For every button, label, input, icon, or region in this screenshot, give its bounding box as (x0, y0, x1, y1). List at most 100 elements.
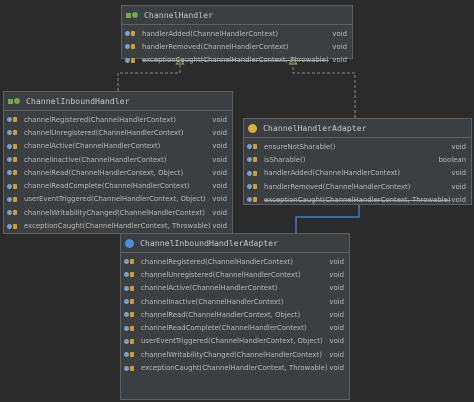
class-name: ChannelHandler (144, 10, 214, 20)
method-signature: exceptionCaught(ChannelHandlerContext, T… (141, 364, 328, 373)
class-icon (125, 238, 134, 248)
method-return-type: void (212, 195, 227, 204)
method-return-type: void (212, 182, 227, 191)
method-return-type: void (451, 182, 466, 191)
method-signature: channelWritabilityChanged(ChannelHandler… (141, 350, 322, 359)
class-title-bar: ChannelInboundHandlerAdapter (121, 234, 349, 253)
class-box-channel-inbound-handler-adapter[interactable]: ChannelInboundHandlerAdapter channelRegi… (120, 233, 350, 400)
method-signature: channelRead(ChannelHandlerContext, Objec… (141, 310, 301, 319)
method-row[interactable]: channelActive(ChannelHandlerContext) void (4, 140, 232, 153)
class-box-channel-handler[interactable]: ChannelHandler handlerAdded(ChannelHandl… (121, 5, 353, 64)
method-signature: handlerAdded(ChannelHandlerContext) (264, 169, 401, 178)
method-return-type: void (329, 297, 344, 306)
method-row[interactable]: exceptionCaught(ChannelHandlerContext, T… (4, 219, 232, 232)
method-row[interactable]: handlerRemoved(ChannelHandlerContext) voi… (122, 40, 352, 53)
method-row[interactable]: channelRead(ChannelHandlerContext, Objec… (121, 308, 349, 321)
method-return-type: void (329, 350, 344, 359)
method-row[interactable]: handlerAdded(ChannelHandlerContext) void (244, 167, 471, 180)
method-row[interactable]: userEventTriggered(ChannelHandlerContext… (121, 335, 349, 348)
method-visibility-icon (247, 197, 264, 203)
method-return-type: void (329, 364, 344, 373)
method-signature: handlerRemoved(ChannelHandlerContext) (142, 42, 289, 51)
method-row[interactable]: channelRegistered(ChannelHandlerContext)… (4, 113, 232, 126)
method-signature: channelActive(ChannelHandlerContext) (141, 284, 278, 293)
method-return-type: void (451, 142, 466, 151)
method-row[interactable]: channelWritabilityChanged(ChannelHandler… (121, 348, 349, 361)
method-row[interactable]: channelUnregistered(ChannelHandlerContex… (121, 268, 349, 281)
method-visibility-icon (124, 338, 141, 344)
method-row[interactable]: channelActive(ChannelHandlerContext) void (121, 282, 349, 295)
method-signature: channelReadComplete(ChannelHandlerContex… (24, 182, 190, 191)
method-return-type: void (329, 270, 344, 279)
method-return-type: void (212, 208, 227, 217)
method-row[interactable]: channelReadComplete(ChannelHandlerContex… (121, 321, 349, 334)
method-row[interactable]: channelReadComplete(ChannelHandlerContex… (4, 179, 232, 192)
class-name: ChannelHandlerAdapter (263, 123, 367, 133)
method-signature: userEventTriggered(ChannelHandlerContext… (141, 337, 323, 346)
method-visibility-icon (7, 183, 24, 189)
method-row[interactable]: channelInactive(ChannelHandlerContext) vo… (4, 153, 232, 166)
method-visibility-icon (7, 143, 24, 149)
interface-icon (8, 98, 20, 104)
method-visibility-icon (124, 365, 141, 371)
method-row[interactable]: channelWritabilityChanged(ChannelHandler… (4, 206, 232, 219)
method-list: channelRegistered(ChannelHandlerContext)… (121, 253, 349, 375)
method-visibility-icon (124, 352, 141, 358)
method-return-type: void (212, 128, 227, 137)
method-row[interactable]: ensureNotSharable() void (244, 140, 471, 153)
method-visibility-icon (125, 31, 142, 37)
class-title-bar: ChannelHandler (122, 6, 352, 25)
method-row[interactable]: userEventTriggered(ChannelHandlerContext… (4, 193, 232, 206)
method-row[interactable]: handlerAdded(ChannelHandlerContext) void (122, 27, 352, 40)
method-signature: isSharable() (264, 155, 306, 164)
method-list: handlerAdded(ChannelHandlerContext) void h… (122, 25, 352, 67)
method-signature: handlerAdded(ChannelHandlerContext) (142, 29, 279, 38)
method-signature: handlerRemoved(ChannelHandlerContext) (264, 182, 411, 191)
class-box-channel-inbound-handler[interactable]: ChannelInboundHandler channelRegistered(… (3, 91, 233, 234)
method-return-type: void (329, 257, 344, 266)
method-return-type: void (212, 155, 227, 164)
method-return-type: void (332, 42, 347, 51)
method-list: channelRegistered(ChannelHandlerContext)… (4, 111, 232, 233)
method-signature: channelInactive(ChannelHandlerContext) (141, 297, 284, 306)
method-row[interactable]: exceptionCaught(ChannelHandlerContext, T… (121, 361, 349, 374)
method-return-type: void (451, 169, 466, 178)
method-row[interactable]: handlerRemoved(ChannelHandlerContext) voi… (244, 180, 471, 193)
class-title-bar: ChannelHandlerAdapter (244, 119, 471, 138)
class-name: ChannelInboundHandlerAdapter (140, 238, 279, 248)
method-visibility-icon (124, 312, 141, 318)
method-visibility-icon (7, 117, 24, 123)
method-signature: ensureNotSharable() (264, 142, 336, 151)
method-visibility-icon (247, 184, 264, 190)
class-title-bar: ChannelInboundHandler (4, 92, 232, 111)
method-list: ensureNotSharable() void isSharable() boole… (244, 138, 471, 206)
method-return-type: void (451, 195, 466, 204)
method-signature: channelWritabilityChanged(ChannelHandler… (24, 208, 205, 217)
method-return-type: void (332, 29, 347, 38)
method-visibility-icon (247, 170, 264, 176)
method-visibility-icon (124, 272, 141, 278)
class-name: ChannelInboundHandler (26, 96, 130, 106)
method-signature: exceptionCaught(ChannelHandlerContext, T… (264, 195, 451, 204)
method-signature: channelReadComplete(ChannelHandlerContex… (141, 324, 307, 333)
method-visibility-icon (125, 44, 142, 50)
method-visibility-icon (7, 157, 24, 163)
method-row[interactable]: exceptionCaught(ChannelHandlerContext, T… (244, 193, 471, 206)
class-box-channel-handler-adapter[interactable]: ChannelHandlerAdapter ensureNotSharable(… (243, 118, 472, 205)
method-visibility-icon (247, 157, 264, 163)
method-return-type: void (329, 284, 344, 293)
method-signature: channelActive(ChannelHandlerContext) (24, 142, 161, 151)
method-return-type: void (329, 337, 344, 346)
method-return-type: void (212, 142, 227, 151)
method-row[interactable]: channelRead(ChannelHandlerContext, Objec… (4, 166, 232, 179)
method-visibility-icon (7, 196, 24, 202)
method-return-type: void (212, 115, 227, 124)
method-visibility-icon (7, 210, 24, 216)
method-row[interactable]: channelRegistered(ChannelHandlerContext)… (121, 255, 349, 268)
method-row[interactable]: channelInactive(ChannelHandlerContext) vo… (121, 295, 349, 308)
method-row[interactable]: channelUnregistered(ChannelHandlerContex… (4, 126, 232, 139)
method-row[interactable]: isSharable() boolean (244, 153, 471, 166)
method-row[interactable]: exceptionCaught(ChannelHandlerContext, T… (122, 54, 352, 67)
method-signature: channelRegistered(ChannelHandlerContext) (24, 115, 176, 124)
abstract-class-icon (248, 123, 257, 133)
